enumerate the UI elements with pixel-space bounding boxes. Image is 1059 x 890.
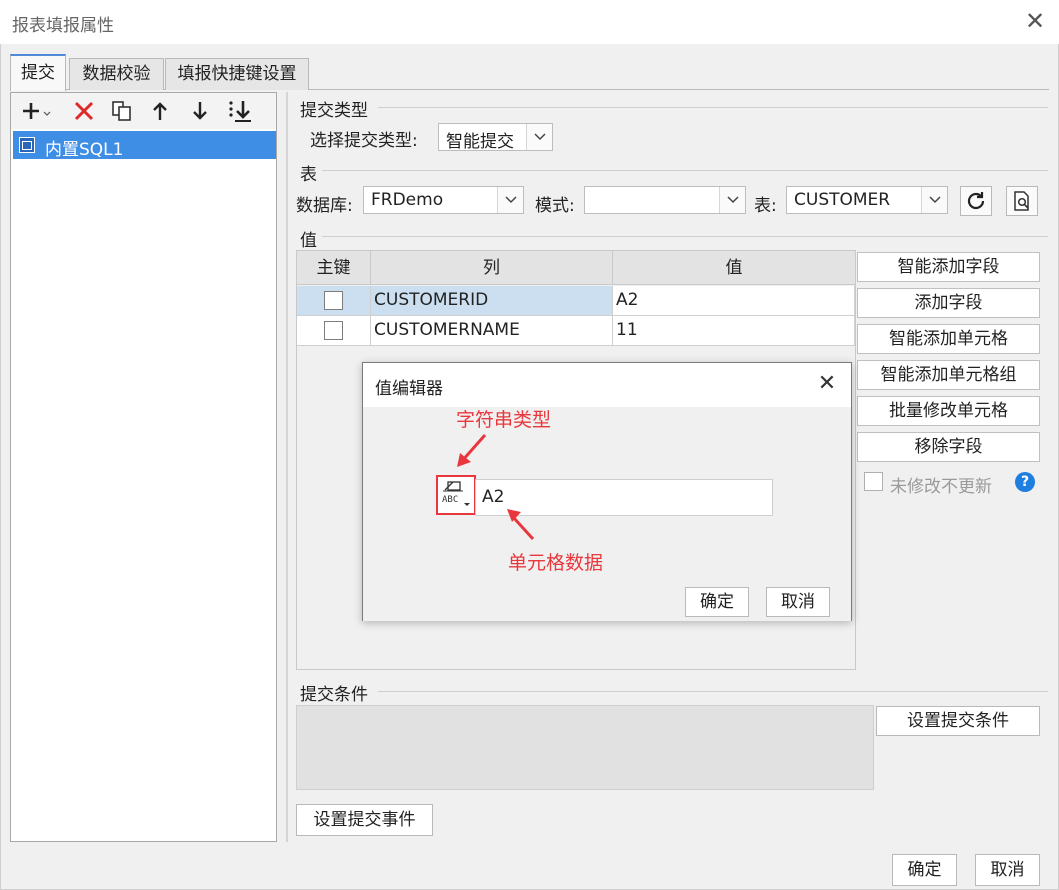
database-select[interactable]: FRDemo (363, 186, 524, 214)
no-update-label: 未修改不更新 (890, 477, 992, 497)
table-row-value[interactable]: 11 (613, 316, 855, 346)
cancel-button[interactable]: 取消 (975, 854, 1040, 886)
schema-label: 模式: (535, 196, 575, 216)
dialog-title: 值编辑器 (375, 379, 443, 399)
values-section-label: 值 (300, 231, 317, 251)
tab-submit[interactable]: 提交 (10, 54, 66, 91)
batch-modify-cells-button[interactable]: 批量修改单元格 (857, 396, 1040, 426)
smart-add-cell-group-button[interactable]: 智能添加单元格组 (857, 360, 1040, 390)
delete-icon[interactable] (69, 97, 99, 125)
value-input-text: A2 (482, 487, 505, 507)
refresh-icon[interactable] (960, 186, 992, 216)
tab-shortcut-settings[interactable]: 填报快捷键设置 (165, 58, 309, 90)
tab-data-validation[interactable]: 数据校验 (69, 58, 164, 90)
database-label: 数据库: (296, 196, 353, 216)
annotation-string-type: 字符串类型 (456, 409, 552, 431)
title-bar: 报表填报属性 ✕ (0, 0, 1059, 44)
submit-list-panel: 内置SQL1 (10, 92, 277, 842)
help-icon[interactable]: ? (1015, 472, 1035, 492)
primary-key-checkbox[interactable] (324, 291, 343, 310)
chevron-down-icon[interactable] (497, 187, 523, 213)
chevron-down-icon[interactable] (921, 187, 947, 213)
close-icon[interactable]: ✕ (1022, 8, 1048, 34)
dialog-body: 字符串类型 ABC A2 单元格数据 确定 取消 (363, 407, 851, 621)
add-field-button[interactable]: 添加字段 (857, 288, 1040, 318)
move-bottom-icon[interactable] (225, 97, 255, 125)
copy-icon[interactable] (107, 97, 137, 125)
database-value: FRDemo (371, 190, 444, 210)
move-down-icon[interactable] (185, 97, 215, 125)
submit-type-select[interactable]: 智能提交 (438, 123, 553, 152)
close-icon[interactable]: ✕ (815, 372, 839, 396)
table-label: 表: (754, 196, 777, 216)
submit-type-section-label: 提交类型 (300, 101, 368, 121)
window-title: 报表填报属性 (12, 16, 114, 36)
table-row-column[interactable]: CUSTOMERNAME (371, 316, 613, 346)
chevron-down-icon[interactable] (719, 187, 745, 213)
annotation-arrow-icon (457, 434, 487, 467)
sql-icon (19, 137, 35, 153)
section-divider (378, 691, 1048, 692)
preview-table-icon[interactable] (1006, 186, 1038, 216)
remove-field-button[interactable]: 移除字段 (857, 432, 1040, 462)
annotation-cell-data: 单元格数据 (508, 552, 604, 574)
table-row-column[interactable]: CUSTOMERID (371, 286, 613, 316)
column-header-value: 值 (613, 251, 855, 285)
smart-add-cell-button[interactable]: 智能添加单元格 (857, 324, 1040, 354)
value-editor-dialog: 值编辑器 ✕ 字符串类型 ABC A2 单元格数据 确定 取消 (362, 362, 852, 621)
chevron-down-icon[interactable] (526, 124, 552, 150)
list-item-label: 内置SQL1 (45, 140, 124, 160)
table-row-value[interactable]: A2 (613, 286, 855, 316)
column-header-key: 主键 (297, 251, 371, 285)
set-condition-button[interactable]: 设置提交条件 (876, 706, 1040, 736)
section-divider (322, 236, 1048, 237)
submit-type-label: 选择提交类型: (310, 131, 418, 151)
add-icon[interactable] (19, 97, 55, 125)
set-submit-event-button[interactable]: 设置提交事件 (296, 804, 433, 836)
submit-type-value: 智能提交 (446, 132, 514, 152)
table-select[interactable]: CUSTOMER (786, 186, 948, 214)
abc-icon: ABC (442, 495, 459, 505)
primary-key-checkbox[interactable] (324, 321, 343, 340)
table-section-label: 表 (300, 165, 317, 185)
smart-add-field-button[interactable]: 智能添加字段 (857, 252, 1040, 282)
condition-section-label: 提交条件 (300, 685, 368, 705)
no-update-checkbox[interactable] (864, 472, 883, 491)
dialog-ok-button[interactable]: 确定 (685, 587, 749, 617)
section-divider (322, 170, 1048, 171)
column-header-column: 列 (371, 251, 613, 285)
move-up-icon[interactable] (145, 97, 175, 125)
list-toolbar (11, 93, 276, 129)
section-divider (378, 107, 1048, 108)
list-item[interactable]: 内置SQL1 (13, 131, 276, 160)
table-row-key (297, 316, 371, 346)
condition-area (296, 705, 874, 790)
string-type-icon[interactable]: ABC (436, 475, 476, 515)
table-row-key (297, 286, 371, 316)
dialog-cancel-button[interactable]: 取消 (766, 587, 830, 617)
panel-splitter[interactable] (286, 92, 288, 842)
ok-button[interactable]: 确定 (892, 854, 957, 886)
table-value: CUSTOMER (794, 190, 891, 210)
annotation-arrow-icon (507, 509, 535, 541)
schema-select[interactable] (584, 186, 746, 214)
